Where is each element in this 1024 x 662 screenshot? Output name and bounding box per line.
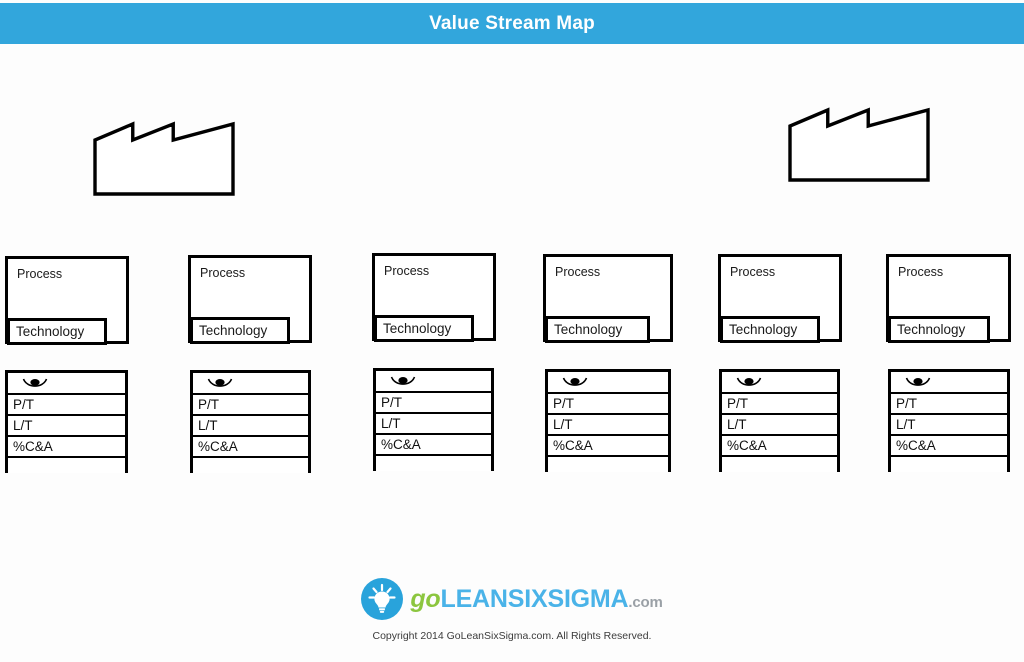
data-box-row[interactable]: L/T: [891, 415, 1007, 436]
data-box-row[interactable]: %C&A: [548, 436, 668, 457]
process-box-label: Process: [730, 265, 776, 279]
data-box-row-label: P/T: [13, 396, 35, 412]
data-box-row[interactable]: [8, 458, 125, 487]
lightbulb-icon: [361, 578, 404, 620]
logo-leansixsigma-text: LEANSIXSIGMA: [440, 584, 629, 613]
data-box-row-label: %C&A: [198, 438, 238, 454]
data-box-row[interactable]: [376, 456, 491, 485]
eye-icon: [562, 376, 588, 389]
data-box-icon-row: [193, 373, 308, 395]
technology-box-label: Technology: [729, 322, 798, 337]
data-box-5[interactable]: P/T L/T %C&A: [719, 369, 840, 472]
technology-box-label: Technology: [897, 322, 966, 337]
technology-box-label: Technology: [383, 321, 452, 336]
data-box-row[interactable]: [722, 457, 837, 486]
data-box-row[interactable]: L/T: [8, 416, 125, 437]
eye-icon: [207, 377, 233, 390]
data-box-row[interactable]: %C&A: [376, 435, 491, 456]
data-box-row-label: P/T: [896, 395, 918, 411]
data-box-row-label: %C&A: [381, 436, 421, 452]
data-box-row-label: L/T: [727, 416, 747, 432]
technology-box-label: Technology: [16, 324, 85, 339]
process-box-label: Process: [555, 265, 601, 279]
process-box-label: Process: [17, 267, 63, 281]
technology-box-2[interactable]: Technology: [190, 317, 290, 344]
page-header-bar: Value Stream Map: [0, 3, 1024, 44]
data-box-icon-row: [891, 372, 1007, 394]
data-box-row[interactable]: %C&A: [722, 436, 837, 457]
technology-box-3[interactable]: Technology: [374, 315, 474, 342]
data-box-row-label: P/T: [727, 395, 749, 411]
data-box-row[interactable]: P/T: [722, 394, 837, 415]
data-box-row-label: L/T: [198, 417, 218, 433]
data-box-row-label: P/T: [553, 395, 575, 411]
data-box-6[interactable]: P/T L/T %C&A: [888, 369, 1010, 472]
data-box-row[interactable]: [548, 457, 668, 486]
supplier-factory[interactable]: [93, 114, 235, 196]
data-box-icon-row: [548, 372, 668, 394]
data-box-row[interactable]: P/T: [8, 395, 125, 416]
data-box-icon-row: [722, 372, 837, 394]
data-box-row-label: %C&A: [553, 437, 593, 453]
data-box-row[interactable]: L/T: [548, 415, 668, 436]
technology-box-6[interactable]: Technology: [888, 316, 990, 343]
data-box-3[interactable]: P/T L/T %C&A: [373, 368, 494, 471]
logo-go-text: go: [410, 584, 441, 613]
data-box-row-label: %C&A: [727, 437, 767, 453]
data-box-row[interactable]: P/T: [376, 393, 491, 414]
data-box-row[interactable]: L/T: [193, 416, 308, 437]
factory-icon: [788, 107, 930, 182]
data-box-icon-row: [376, 371, 491, 393]
data-box-row-label: L/T: [553, 416, 573, 432]
logo-wordmark: goLEANSIXSIGMA.com: [410, 584, 663, 613]
data-box-row[interactable]: [891, 457, 1007, 486]
logo-dotcom-text: .com: [628, 593, 663, 611]
process-box-label: Process: [200, 266, 246, 280]
technology-box-label: Technology: [199, 323, 268, 338]
brand-logo: goLEANSIXSIGMA.com: [0, 578, 1024, 620]
process-box-label: Process: [384, 264, 430, 278]
data-box-1[interactable]: P/T L/T %C&A: [5, 370, 128, 473]
technology-box-5[interactable]: Technology: [720, 316, 820, 343]
technology-box-1[interactable]: Technology: [7, 318, 107, 345]
data-box-2[interactable]: P/T L/T %C&A: [190, 370, 311, 473]
data-box-row[interactable]: %C&A: [8, 437, 125, 458]
customer-factory[interactable]: [788, 100, 930, 182]
factory-icon: [93, 121, 235, 196]
data-box-row-label: %C&A: [13, 438, 53, 454]
data-box-row-label: L/T: [13, 417, 33, 433]
eye-icon: [736, 376, 762, 389]
data-box-row[interactable]: %C&A: [891, 436, 1007, 457]
footer: goLEANSIXSIGMA.com Copyright 2014 GoLean…: [0, 578, 1024, 642]
data-box-row-label: L/T: [381, 415, 401, 431]
eye-icon: [905, 376, 931, 389]
data-box-row[interactable]: P/T: [193, 395, 308, 416]
technology-box-4[interactable]: Technology: [545, 316, 650, 343]
data-box-row[interactable]: L/T: [722, 415, 837, 436]
data-box-icon-row: [8, 373, 125, 395]
data-box-4[interactable]: P/T L/T %C&A: [545, 369, 671, 472]
technology-box-label: Technology: [554, 322, 623, 337]
page-title: Value Stream Map: [429, 12, 595, 34]
process-box-label: Process: [898, 265, 944, 279]
data-box-row[interactable]: P/T: [891, 394, 1007, 415]
data-box-row-label: P/T: [381, 394, 403, 410]
data-box-row-label: P/T: [198, 396, 220, 412]
data-box-row-label: L/T: [896, 416, 916, 432]
eye-icon: [390, 375, 416, 388]
data-box-row[interactable]: [193, 458, 308, 487]
data-box-row[interactable]: P/T: [548, 394, 668, 415]
eye-icon: [22, 377, 48, 390]
vsm-canvas: Process Technology P/T L/T %C&A Process Techno…: [0, 44, 1024, 662]
copyright-text: Copyright 2014 GoLeanSixSigma.com. All R…: [372, 630, 652, 642]
data-box-row[interactable]: %C&A: [193, 437, 308, 458]
data-box-row-label: %C&A: [896, 437, 936, 453]
data-box-row[interactable]: L/T: [376, 414, 491, 435]
